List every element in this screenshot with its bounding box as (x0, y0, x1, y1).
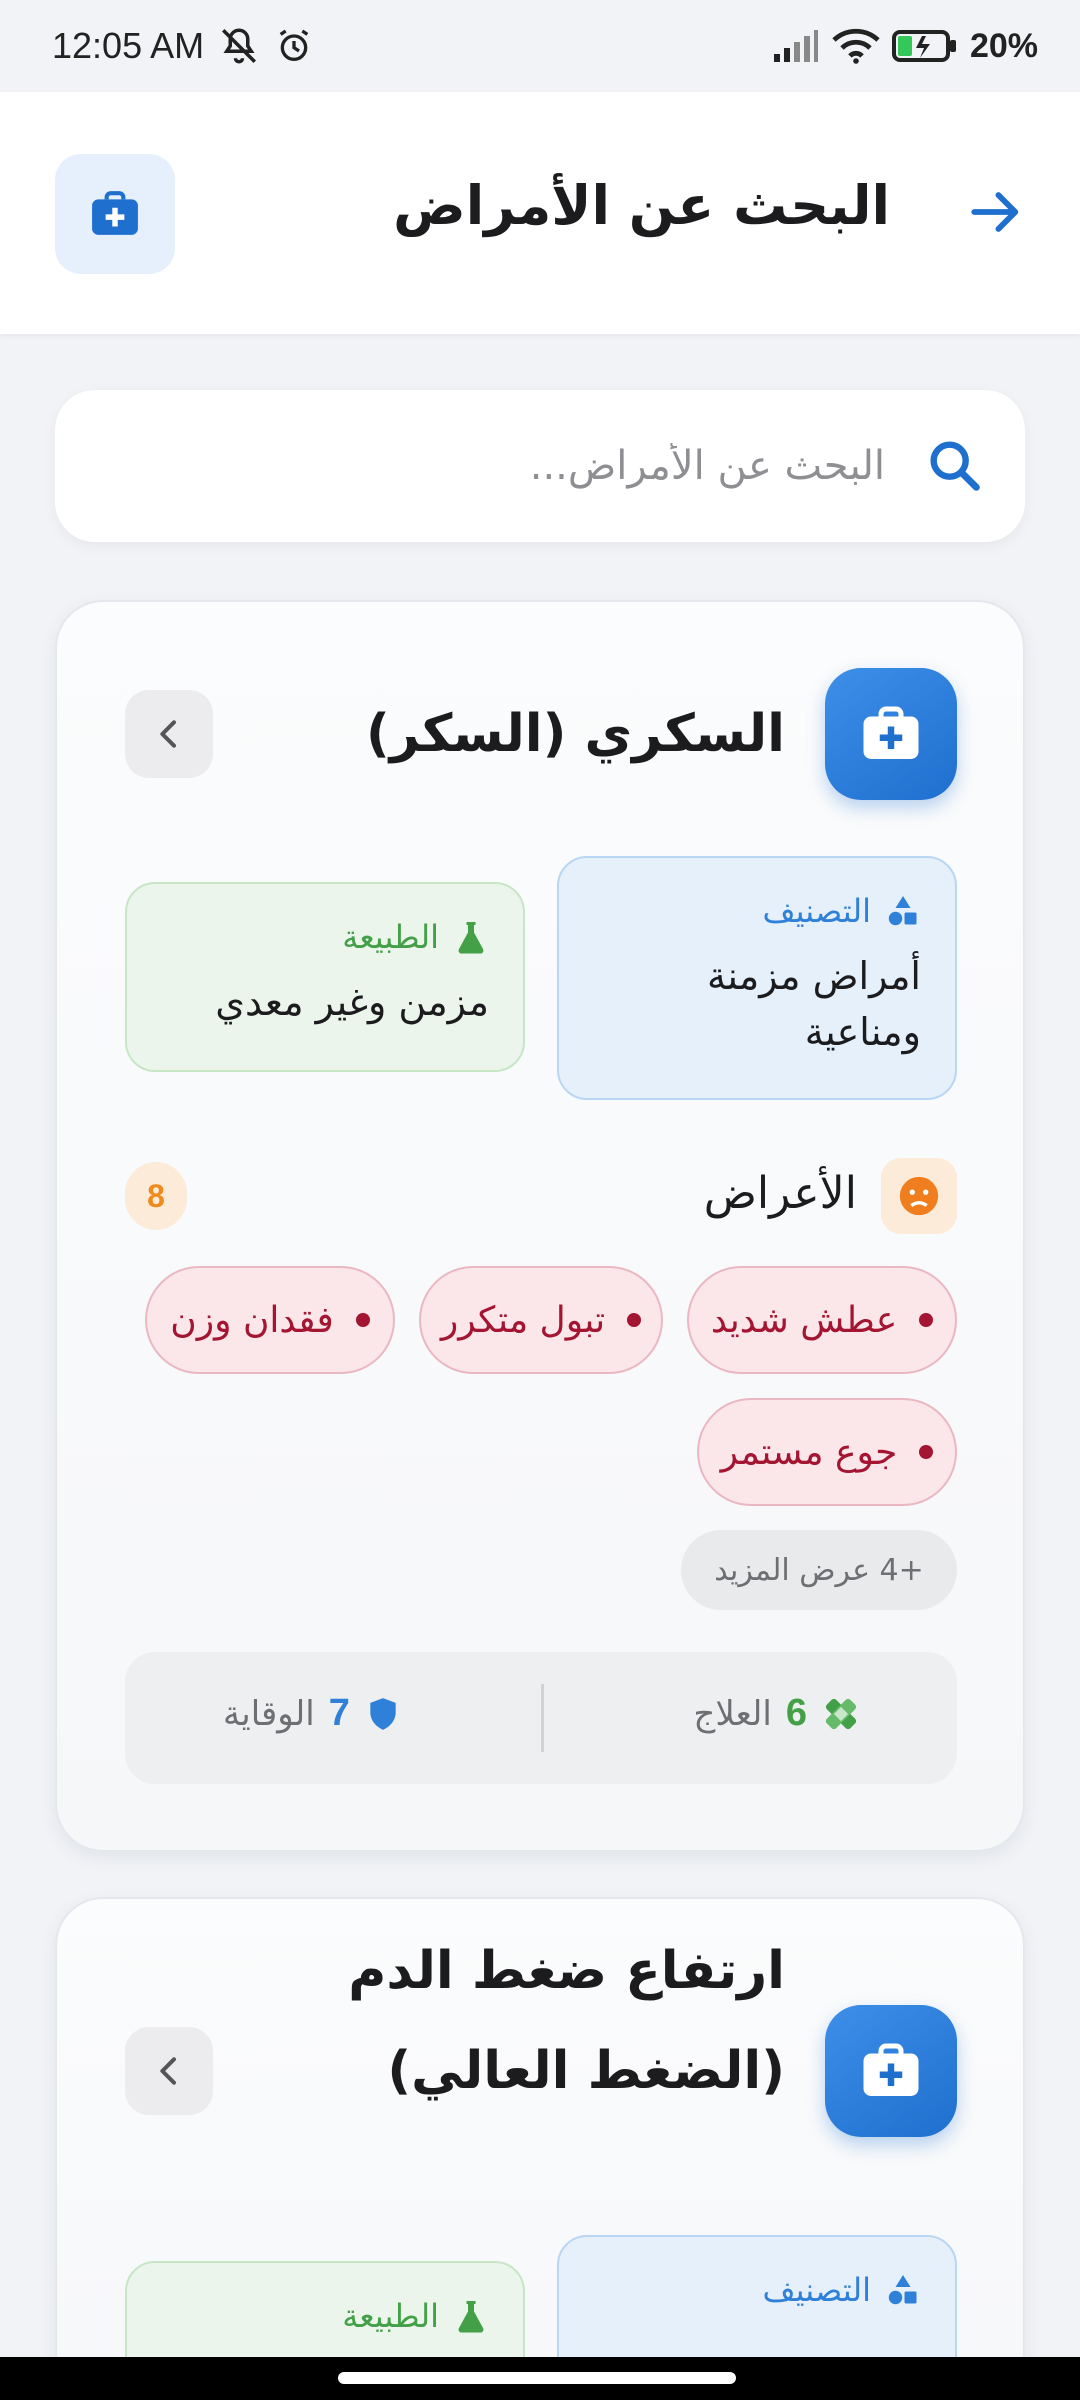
disease-name: السكري (السكر) (366, 704, 785, 764)
disease-icon-badge (825, 668, 957, 800)
back-button[interactable] (964, 180, 1028, 244)
prevention-label: الوقاية (223, 1693, 315, 1734)
nature-header: الطبيعة (161, 918, 489, 956)
chip-dot (919, 1313, 934, 1327)
medical-kit-icon (863, 2043, 919, 2096)
disease-card[interactable]: السكري (السكر) التصنيف أمراض مزمنة ومناع… (55, 600, 1025, 1852)
treatment-label: العلاج (693, 1693, 772, 1734)
home-indicator[interactable] (338, 2372, 736, 2384)
page-title: البحث عن الأمراض (393, 174, 890, 237)
open-details-button[interactable] (125, 2027, 213, 2115)
classification-label: التصنيف (762, 892, 871, 930)
flask-icon (458, 922, 484, 954)
status-bar: 12:05 AM 20% (0, 0, 1080, 92)
shapes-icon (888, 896, 917, 926)
symptoms-title: الأعراض (703, 1168, 857, 1219)
alarm-icon (274, 26, 314, 66)
shield-icon (370, 1697, 396, 1730)
nature-value: مزمن وغير معدي (215, 980, 489, 1024)
shapes-icon (888, 2275, 917, 2305)
chevron-left-icon (160, 720, 176, 748)
medical-kit-icon (92, 191, 138, 235)
sick-face-icon (881, 1158, 957, 1234)
search-input[interactable] (165, 434, 885, 498)
footer-divider (541, 1684, 544, 1752)
system-nav-bar (0, 2357, 1080, 2400)
disease-card[interactable]: ارتفاع ضغط الدم (الضغط العالي) التصنيف ا… (55, 1897, 1025, 2400)
classification-value: أمراض مزمنة ومناعية (707, 954, 921, 1054)
nature-header: الطبيعة (161, 2297, 489, 2335)
symptom-label: عطش شديد (710, 1299, 898, 1341)
mute-bell-icon (218, 25, 260, 67)
medical-kit-icon (863, 706, 919, 759)
header-medical-button[interactable] (55, 154, 175, 274)
symptom-chip[interactable]: عطش شديد (687, 1266, 957, 1374)
nature-label: الطبيعة (342, 2297, 439, 2335)
nature-label: الطبيعة (342, 918, 439, 956)
disease-name: ارتفاع ضغط الدم (الضغط العالي) (348, 1941, 785, 2101)
symptom-label: جوع مستمر (720, 1431, 898, 1473)
symptom-chip[interactable]: فقدان وزن (145, 1266, 395, 1374)
chevron-left-icon (160, 2057, 176, 2085)
classification-label: التصنيف (762, 2271, 871, 2309)
battery-percent: 20% (969, 26, 1038, 65)
search-icon[interactable] (923, 434, 987, 498)
symptom-count-badge: 8 (125, 1162, 187, 1230)
battery-icon (891, 28, 958, 64)
nature-box: الطبيعة مزمن وغير معدي (125, 882, 525, 1072)
symptom-label: تبول متكرر (440, 1299, 606, 1341)
chip-dot (919, 1445, 934, 1459)
symptom-chip[interactable]: تبول متكرر (419, 1266, 663, 1374)
classification-box: التصنيف أمراض مزمنة ومناعية (557, 856, 957, 1100)
search-bar (55, 390, 1025, 542)
bandage-icon (825, 1698, 857, 1729)
classification-header: التصنيف (593, 2271, 921, 2309)
status-time: 12:05 AM (52, 25, 205, 66)
prevention-number: 7 (328, 1692, 350, 1734)
open-details-button[interactable] (125, 690, 213, 778)
symptoms-header: الأعراض 8 (125, 1158, 957, 1234)
card-footer: 6 العلاج 7 الوقاية (125, 1652, 957, 1784)
classification-header: التصنيف (593, 892, 921, 930)
signal-icon (772, 28, 820, 64)
prevention-count[interactable]: 7 الوقاية (223, 1692, 402, 1735)
back-arrow-icon (971, 192, 1019, 232)
treatment-number: 6 (785, 1692, 807, 1734)
symptom-chip[interactable]: جوع مستمر (697, 1398, 957, 1506)
status-left: 12:05 AM (52, 25, 314, 67)
disease-icon-badge (825, 2005, 957, 2137)
chip-dot (355, 1313, 370, 1327)
wifi-icon (832, 27, 880, 65)
symptom-label: فقدان وزن (170, 1299, 334, 1341)
treatment-count[interactable]: 6 العلاج (693, 1692, 861, 1735)
show-more-button[interactable]: +4 عرض المزيد (681, 1530, 957, 1610)
status-right: 20% (772, 27, 1038, 66)
chip-dot (627, 1313, 642, 1327)
app-header: البحث عن الأمراض (0, 92, 1080, 334)
flask-icon (458, 2301, 484, 2333)
